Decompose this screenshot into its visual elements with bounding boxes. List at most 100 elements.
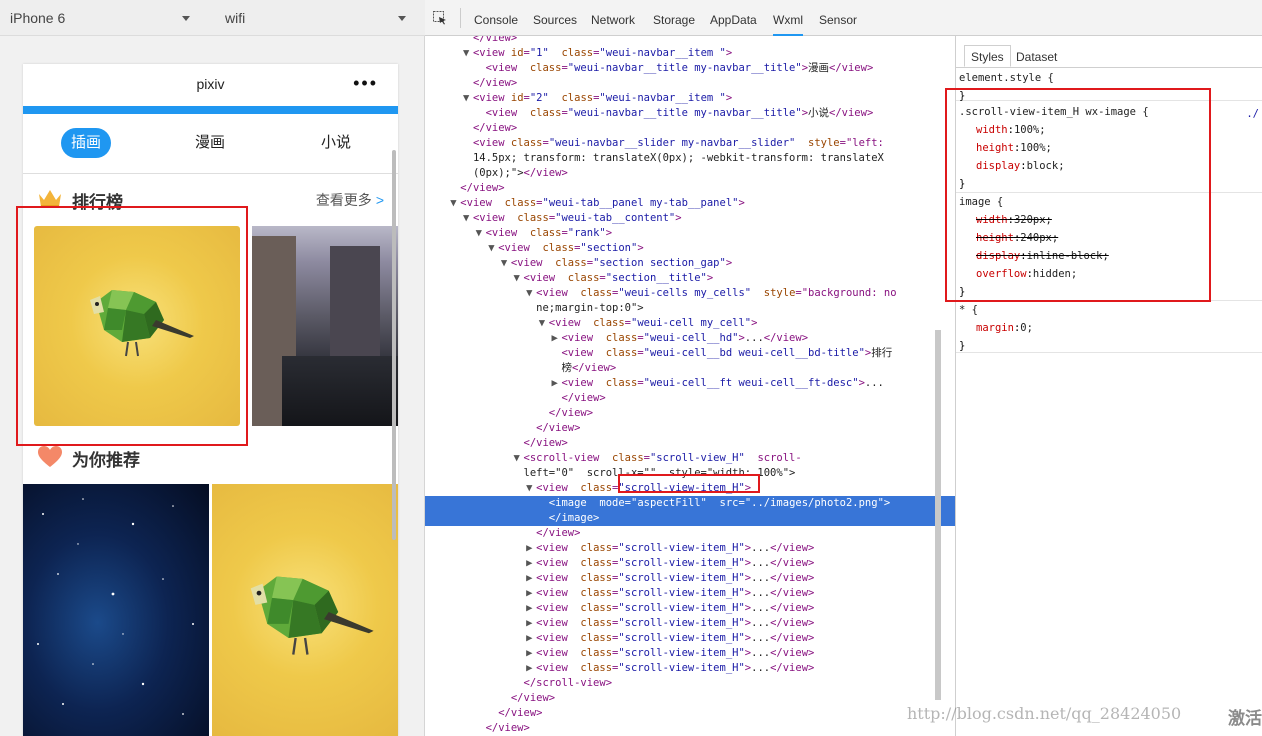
tab-novel[interactable]: 小说 [311, 128, 361, 158]
expand-triangle-icon[interactable]: ▶ [526, 601, 536, 616]
wxml-node[interactable]: ▶ <view class="scroll-view-item_H">...</v… [425, 541, 955, 556]
recommend-image-space[interactable] [23, 484, 209, 736]
tab-manga[interactable]: 漫画 [185, 128, 235, 158]
device-select[interactable]: iPhone 6 [10, 0, 200, 36]
css-selector: * { [959, 304, 978, 316]
wxml-node[interactable]: </view> [425, 706, 955, 721]
css-property[interactable]: margin:0; [956, 319, 1262, 337]
expand-triangle-icon[interactable]: ▼ [539, 316, 549, 331]
wxml-node[interactable]: </view> [425, 436, 955, 451]
wxml-node[interactable]: ▼ <view id="2" class="weui-navbar__item "… [425, 91, 955, 106]
expand-triangle-icon[interactable]: ▼ [450, 196, 460, 211]
wxml-node-selected[interactable]: </image> [425, 511, 955, 526]
network-select[interactable]: wifi [225, 0, 410, 36]
expand-triangle-icon[interactable]: ▼ [463, 91, 473, 106]
wxml-node[interactable]: ▼ <view class="section__title"> [425, 271, 955, 286]
expand-triangle-icon[interactable]: ▼ [488, 241, 498, 256]
wxml-node-selected[interactable]: <image mode="aspectFill" src="../images/… [425, 496, 955, 511]
expand-triangle-icon[interactable]: ▼ [526, 481, 536, 496]
wxml-node[interactable]: </view> [425, 181, 955, 196]
ranking-image-street[interactable] [252, 226, 398, 426]
expand-triangle-icon[interactable]: ▼ [501, 256, 511, 271]
expand-triangle-icon[interactable]: ▶ [526, 631, 536, 646]
wxml-node[interactable]: ▼ <view class="section section_gap"> [425, 256, 955, 271]
wxml-node[interactable]: ▼ <scroll-view class="scroll-view_H" scro… [425, 451, 955, 466]
watermark: http://blog.csdn.net/qq_28424050 [907, 704, 1182, 723]
chevron-right-icon: > [375, 192, 384, 208]
expand-triangle-icon[interactable]: ▶ [526, 586, 536, 601]
recommend-image-kiwi[interactable] [212, 484, 398, 736]
tab-sources[interactable]: Sources [533, 0, 577, 36]
expand-triangle-icon[interactable]: ▼ [463, 211, 473, 226]
tab-illustration[interactable]: 插画 [61, 128, 111, 158]
wxml-scrollbar[interactable] [935, 330, 941, 700]
wxml-node[interactable]: ne;margin-top:0"> [425, 301, 955, 316]
wxml-node[interactable]: </view> [425, 391, 955, 406]
tab-dataset[interactable]: Dataset [1010, 46, 1063, 68]
wxml-node[interactable]: ▶ <view class="scroll-view-item_H">...</v… [425, 586, 955, 601]
wxml-node[interactable]: <view class="weui-navbar__slider my-navb… [425, 136, 955, 151]
wxml-node[interactable]: ▶ <view class="scroll-view-item_H">...</v… [425, 601, 955, 616]
toolbar-divider [460, 8, 461, 28]
inspect-element-icon[interactable] [433, 11, 447, 25]
wxml-node[interactable]: ▼ <view id="1" class="weui-navbar__item "… [425, 46, 955, 61]
tab-storage[interactable]: Storage [653, 0, 695, 36]
wxml-node[interactable]: </view> [425, 406, 955, 421]
wxml-node[interactable]: (0px);"></view> [425, 166, 955, 181]
wxml-node[interactable]: ▶ <view class="scroll-view-item_H">...</v… [425, 631, 955, 646]
wxml-node[interactable]: <view class="weui-navbar__title my-navba… [425, 106, 955, 121]
wxml-node[interactable]: ▶ <view class="scroll-view-item_H">...</v… [425, 646, 955, 661]
wxml-node[interactable]: ▶ <view class="scroll-view-item_H">...</v… [425, 556, 955, 571]
expand-triangle-icon[interactable]: ▶ [526, 646, 536, 661]
expand-triangle-icon[interactable]: ▶ [551, 376, 561, 391]
wxml-node[interactable]: ▼ <view class="rank"> [425, 226, 955, 241]
tab-appdata[interactable]: AppData [710, 0, 757, 36]
see-more-link[interactable]: 查看更多 > [316, 190, 384, 210]
wxml-tree: </view> ▼ <view id="1" class="weui-navbar… [425, 36, 955, 736]
css-rule: * { margin:0; } [956, 301, 1262, 353]
wxml-node[interactable]: ▶ <view class="scroll-view-item_H">...</v… [425, 616, 955, 631]
expand-triangle-icon[interactable]: ▼ [463, 46, 473, 61]
element-style-selector: element.style { [959, 72, 1054, 84]
expand-triangle-icon[interactable]: ▼ [514, 271, 524, 286]
expand-triangle-icon[interactable]: ▶ [526, 661, 536, 676]
expand-triangle-icon[interactable]: ▶ [551, 331, 561, 346]
expand-triangle-icon[interactable]: ▶ [526, 616, 536, 631]
wxml-node[interactable]: ▼ <view class="weui-cell my_cell"> [425, 316, 955, 331]
recommend-title: 为你推荐 [72, 451, 140, 471]
wxml-node[interactable]: ▶ <view class="weui-cell__ft weui-cell__f… [425, 376, 955, 391]
wxml-node[interactable]: <view class="weui-navbar__title my-navba… [425, 61, 955, 76]
wxml-node[interactable]: ▼ <view class="weui-cells my_cells" style… [425, 286, 955, 301]
wxml-node[interactable]: </view> [425, 691, 955, 706]
tab-console[interactable]: Console [474, 0, 518, 36]
wxml-node[interactable]: </view> [425, 76, 955, 91]
tab-wxml[interactable]: Wxml [773, 0, 803, 36]
wxml-node[interactable]: ▼ <view class="weui-tab__content"> [425, 211, 955, 226]
expand-triangle-icon[interactable]: ▼ [476, 226, 486, 241]
tab-network[interactable]: Network [591, 0, 635, 36]
wxml-node[interactable]: ▼ <view class="weui-tab__panel my-tab__pa… [425, 196, 955, 211]
wxml-node[interactable]: ▼ <view class="section"> [425, 241, 955, 256]
wxml-node[interactable]: ▶ <view class="weui-cell__hd">...</view> [425, 331, 955, 346]
expand-triangle-icon[interactable]: ▶ [526, 556, 536, 571]
wxml-node[interactable]: 榜</view> [425, 361, 955, 376]
tab-sensor[interactable]: Sensor [819, 0, 857, 36]
wxml-node[interactable]: </scroll-view> [425, 676, 955, 691]
expand-triangle-icon[interactable]: ▶ [526, 541, 536, 556]
wxml-node[interactable]: </view> [425, 721, 955, 736]
wxml-node[interactable]: </view> [425, 421, 955, 436]
expand-triangle-icon[interactable]: ▼ [526, 286, 536, 301]
wxml-node[interactable]: ▶ <view class="scroll-view-item_H">...</v… [425, 571, 955, 586]
tab-styles[interactable]: Styles [964, 45, 1011, 67]
css-source-link[interactable]: ./ [1246, 105, 1259, 123]
wxml-node[interactable]: 14.5px; transform: translateX(0px); -web… [425, 151, 955, 166]
wxml-node[interactable]: </view> [425, 36, 955, 46]
expand-triangle-icon[interactable]: ▼ [514, 451, 524, 466]
wxml-node[interactable]: </view> [425, 526, 955, 541]
simulator-scrollbar[interactable] [392, 150, 396, 540]
wxml-node[interactable]: <view class="weui-cell__bd weui-cell__bd… [425, 346, 955, 361]
wxml-node[interactable]: </view> [425, 121, 955, 136]
wxml-node[interactable]: ▶ <view class="scroll-view-item_H">...</v… [425, 661, 955, 676]
more-icon[interactable]: ••• [353, 74, 378, 92]
expand-triangle-icon[interactable]: ▶ [526, 571, 536, 586]
